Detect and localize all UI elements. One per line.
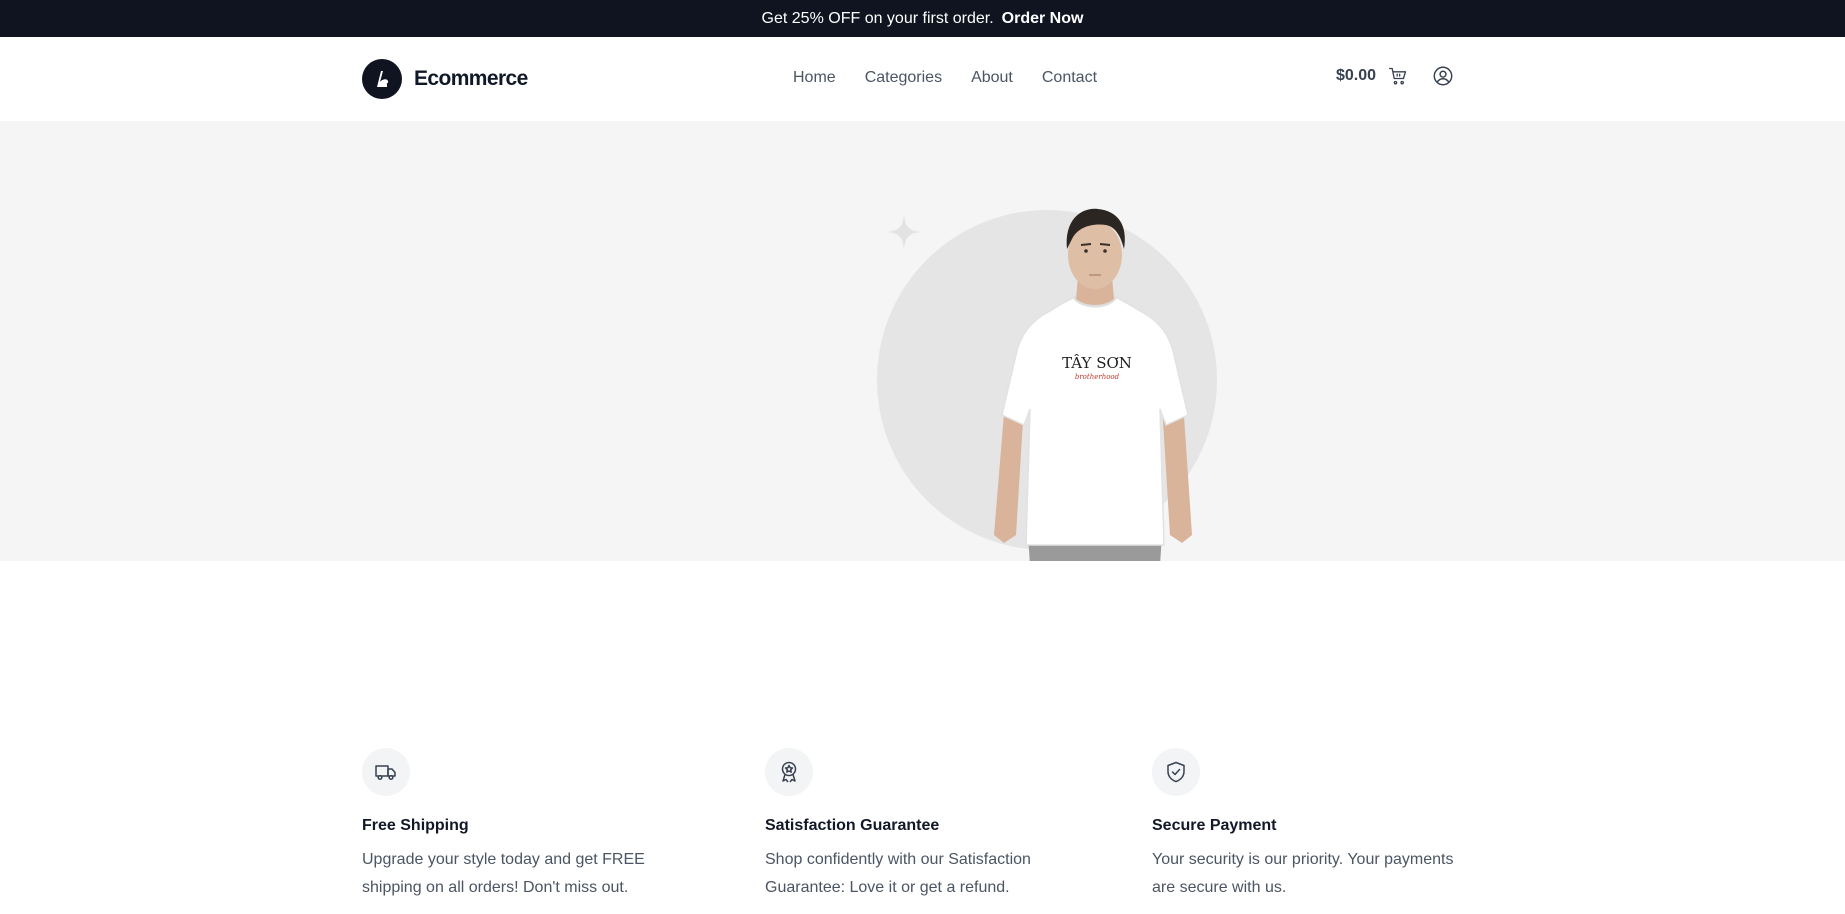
nav-contact[interactable]: Contact: [1042, 69, 1097, 87]
sparkle-icon: [886, 214, 922, 250]
hero-model-image: TÂY SƠN brotherhood: [994, 208, 1192, 561]
order-now-link[interactable]: Order Now: [1002, 10, 1084, 28]
feature-secure-payment: Secure Payment Your security is our prio…: [1152, 748, 1472, 902]
site-header: Ecommerce Home Categories About Contact …: [0, 37, 1845, 121]
feature-free-shipping: Free Shipping Upgrade your style today a…: [362, 748, 682, 902]
feature-description: Your security is our priority. Your paym…: [1152, 851, 1454, 896]
nav-about[interactable]: About: [971, 69, 1013, 87]
main-nav: Home Categories About Contact: [793, 69, 1097, 87]
user-icon[interactable]: [1432, 65, 1454, 87]
shirt-print-subtext: brotherhood: [1075, 373, 1120, 381]
logo-icon: [362, 59, 402, 99]
feature-description: Upgrade your style today and get FREE sh…: [362, 851, 645, 896]
brand-name: Ecommerce: [414, 67, 528, 90]
feature-satisfaction-guarantee: Satisfaction Guarantee Shop confidently …: [765, 748, 1085, 902]
cart-total[interactable]: $0.00: [1336, 67, 1376, 85]
award-icon: [765, 748, 813, 796]
shirt-print-text: TÂY SƠN: [1062, 354, 1132, 372]
feature-title: Free Shipping: [362, 817, 469, 834]
header-actions: $0.00: [1336, 65, 1454, 87]
feature-description: Shop confidently with our Satisfaction G…: [765, 851, 1031, 896]
feature-title: Secure Payment: [1152, 817, 1277, 834]
nav-home[interactable]: Home: [793, 69, 836, 87]
cart-icon[interactable]: [1388, 66, 1408, 86]
nav-categories[interactable]: Categories: [865, 69, 942, 87]
feature-title: Satisfaction Guarantee: [765, 817, 940, 834]
brand-logo[interactable]: Ecommerce: [362, 59, 528, 99]
announcement-text: Get 25% OFF on your first order.: [761, 9, 994, 27]
hero-banner: TÂY SƠN brotherhood: [0, 121, 1845, 561]
announcement-bar: Get 25% OFF on your first order. Order N…: [0, 0, 1845, 37]
truck-icon: [362, 748, 410, 796]
shield-check-icon: [1152, 748, 1200, 796]
